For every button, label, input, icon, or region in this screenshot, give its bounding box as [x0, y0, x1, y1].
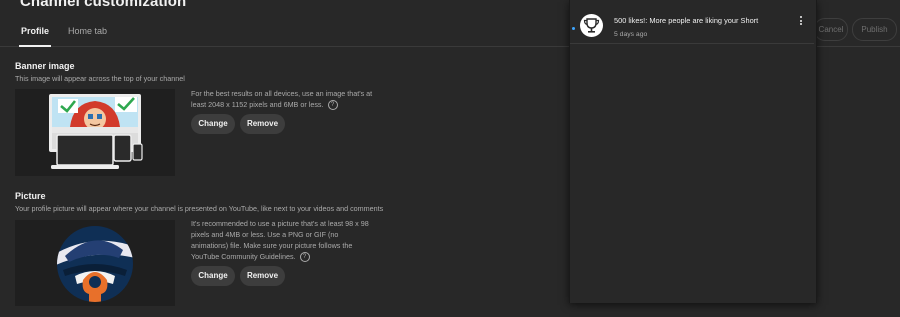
- banner-description: This image will appear across the top of…: [15, 74, 185, 83]
- tab-home[interactable]: Home tab: [68, 26, 107, 36]
- cancel-button[interactable]: Cancel: [814, 18, 848, 41]
- page-title: Channel customization: [20, 0, 187, 10]
- banner-info-line: least 2048 x 1152 pixels and 6MB or less…: [191, 99, 372, 111]
- banner-change-button[interactable]: Change: [191, 114, 235, 134]
- banner-preview: [15, 89, 175, 176]
- help-icon[interactable]: ?: [327, 100, 338, 111]
- notification-title: 500 likes!: More people are liking your …: [614, 16, 759, 25]
- picture-info-text: YouTube Community Guidelines.: [191, 252, 296, 261]
- notification-time: 5 days ago: [614, 31, 648, 38]
- picture-description: Your profile picture will appear where y…: [15, 204, 384, 213]
- picture-preview: [15, 220, 175, 306]
- banner-remove-button[interactable]: Remove: [240, 114, 285, 134]
- trophy-icon: [580, 14, 603, 37]
- banner-info-text: least 2048 x 1152 pixels and 6MB or less…: [191, 100, 324, 109]
- banner-image: [15, 89, 175, 176]
- picture-info-line: animations) file. Make sure your picture…: [191, 241, 353, 250]
- notification-item[interactable]: 500 likes!: More people are liking your …: [570, 3, 814, 44]
- profile-picture-image: [15, 220, 175, 306]
- picture-info: It's recommended to use a picture that's…: [191, 218, 369, 263]
- notifications-panel: 500 likes!: More people are liking your …: [569, 0, 817, 303]
- more-options-icon[interactable]: [798, 15, 804, 29]
- unread-dot: [572, 27, 575, 30]
- picture-info-line: It's recommended to use a picture that's…: [191, 219, 369, 228]
- picture-info-line: pixels and 4MB or less. Use a PNG or GIF…: [191, 230, 339, 239]
- banner-info-line: For the best results on all devices, use…: [191, 89, 373, 98]
- publish-button[interactable]: Publish: [852, 18, 897, 41]
- picture-title: Picture: [15, 191, 46, 201]
- help-icon[interactable]: ?: [299, 252, 310, 263]
- picture-change-button[interactable]: Change: [191, 266, 235, 286]
- picture-info-line: YouTube Community Guidelines.?: [191, 251, 369, 263]
- tab-profile[interactable]: Profile: [18, 26, 52, 47]
- picture-remove-button[interactable]: Remove: [240, 266, 285, 286]
- banner-info: For the best results on all devices, use…: [191, 88, 373, 111]
- banner-title: Banner image: [15, 61, 75, 71]
